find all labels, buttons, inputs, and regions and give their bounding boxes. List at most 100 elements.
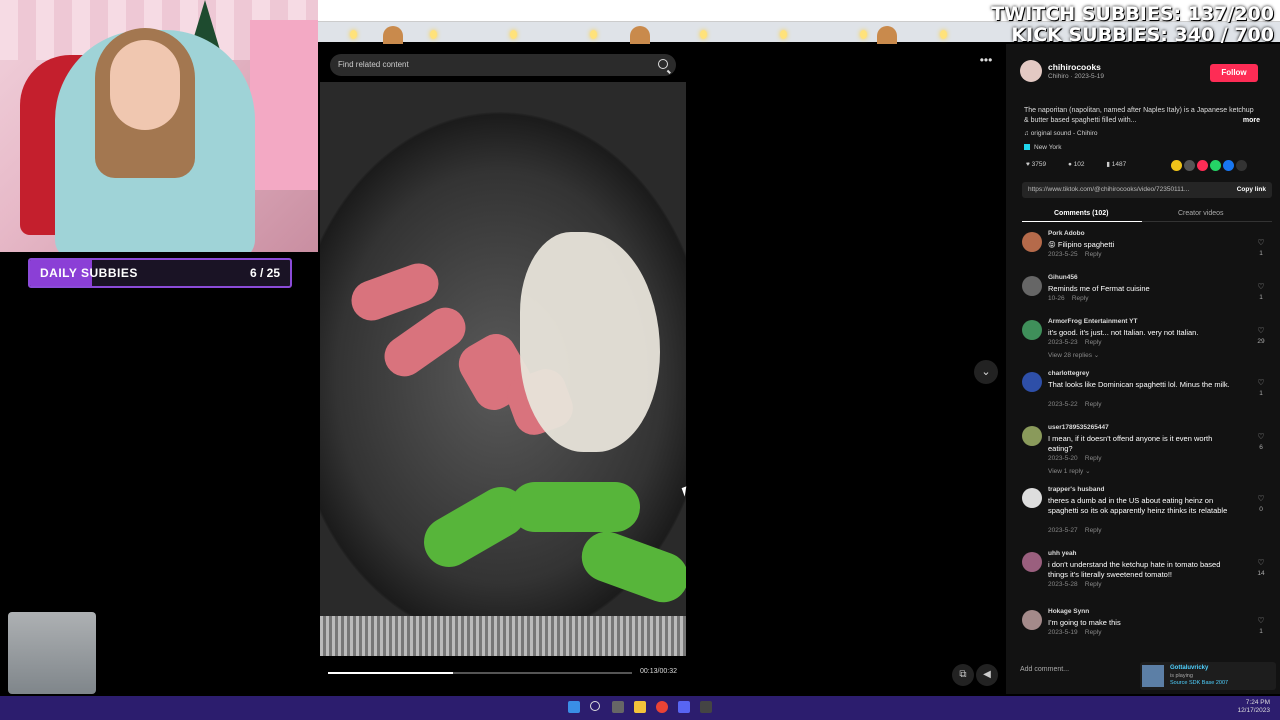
comment-user[interactable]: uhh yeah	[1048, 550, 1077, 557]
comment-user[interactable]: Pork Adobo	[1048, 230, 1085, 237]
comment-text: i don't understand the ketchup hate in t…	[1048, 560, 1221, 579]
comment-count[interactable]: ● 102	[1068, 161, 1095, 168]
comment-date: 2023-5-28	[1048, 581, 1078, 588]
bulb-icon	[350, 30, 357, 39]
comment-like-count: 29	[1257, 338, 1265, 345]
send-icon[interactable]	[1197, 160, 1208, 171]
comment-user[interactable]: Hokage Synn	[1048, 608, 1089, 615]
avatar[interactable]	[1022, 320, 1042, 340]
location-icon	[1024, 144, 1030, 151]
avatar[interactable]	[1022, 488, 1042, 508]
bulb-icon	[510, 30, 517, 39]
reply-button[interactable]: Reply	[1085, 629, 1102, 636]
avatar[interactable]	[1022, 232, 1042, 252]
avatar[interactable]	[1022, 610, 1042, 630]
reply-button[interactable]: Reply	[1085, 251, 1102, 258]
heart-icon[interactable]: ♡	[1256, 494, 1266, 503]
add-comment-input[interactable]: Add comment...	[1020, 666, 1130, 673]
discord-icon[interactable]	[678, 701, 690, 713]
video-frame[interactable]	[320, 82, 686, 656]
task-view-icon[interactable]	[612, 701, 624, 713]
taskbar: 7:24 PM 12/17/2023	[0, 696, 1280, 720]
location-name: New York	[1034, 144, 1062, 151]
comment-like-count: 6	[1259, 444, 1263, 451]
emoji-share-icon[interactable]	[1171, 160, 1182, 171]
avatar[interactable]	[1022, 372, 1042, 392]
sound-name: original sound - Chihiro	[1030, 130, 1098, 137]
comment-like-count: 1	[1259, 628, 1263, 635]
author-handle[interactable]: chihirocooks	[1048, 62, 1101, 72]
video-progress-bar[interactable]	[328, 672, 632, 674]
comment-text: it's good. it's just... not Italian. ver…	[1048, 328, 1199, 337]
tab-comments[interactable]: Comments (102)	[1054, 210, 1108, 217]
more-link[interactable]: more	[1243, 116, 1260, 126]
app-icon[interactable]	[700, 701, 712, 713]
tiktok-player: Find related content 00:13/00:32 ••• ⌄ ⧉…	[318, 44, 1006, 694]
avatar[interactable]	[1022, 276, 1042, 296]
comment-like-count: 14	[1257, 570, 1265, 577]
file-explorer-icon[interactable]	[634, 701, 646, 713]
comment-user[interactable]: Gihun456	[1048, 274, 1078, 281]
search-input[interactable]: Find related content	[330, 54, 676, 76]
search-placeholder: Find related content	[338, 60, 409, 69]
view-replies[interactable]: View 1 reply ⌄	[1048, 467, 1091, 475]
bulb-icon	[860, 30, 867, 39]
embed-icon[interactable]	[1184, 160, 1195, 171]
reply-button[interactable]: Reply	[1085, 339, 1102, 346]
comment-meta: 2023-5-28 Reply	[1048, 581, 1102, 588]
view-replies[interactable]: View 28 replies ⌄	[1048, 351, 1099, 359]
copy-link-button[interactable]: Copy link	[1237, 186, 1266, 193]
heart-icon[interactable]: ♡	[1256, 238, 1266, 247]
bulb-icon	[590, 30, 597, 39]
follow-button[interactable]: Follow	[1210, 64, 1258, 82]
comment-user[interactable]: ArmorFrog Entertainment YT	[1048, 318, 1137, 325]
notif-status: is playing	[1170, 673, 1193, 679]
reply-button[interactable]: Reply	[1085, 455, 1102, 462]
comment-user[interactable]: charlottegrey	[1048, 370, 1089, 377]
volume-icon[interactable]: ◀	[976, 664, 998, 686]
comment-user[interactable]: user1789535265447	[1048, 424, 1109, 431]
reply-button[interactable]: Reply	[1085, 581, 1102, 588]
clock-date: 12/17/2023	[1237, 707, 1270, 714]
heart-icon[interactable]: ♡	[1256, 432, 1266, 441]
reply-button[interactable]: Reply	[1072, 295, 1089, 302]
search-icon[interactable]	[658, 59, 668, 69]
facebook-icon[interactable]	[1223, 160, 1234, 171]
avatar[interactable]	[1020, 60, 1042, 82]
like-count[interactable]: ♥ 3759	[1026, 161, 1056, 168]
share-arrow-icon[interactable]	[1236, 160, 1247, 171]
chevron-down-icon[interactable]: ⌄	[974, 360, 998, 384]
heart-icon[interactable]: ♡	[1256, 616, 1266, 625]
daily-subbies-count: 6 / 25	[249, 266, 280, 280]
sound-line[interactable]: ♫ original sound - Chihiro	[1024, 130, 1098, 137]
comment-meta: 2023-5-27 Reply	[1048, 527, 1102, 534]
location-line[interactable]: New York	[1024, 144, 1061, 151]
comment-date: 2023-5-25	[1048, 251, 1078, 258]
avatar[interactable]	[1022, 552, 1042, 572]
reply-button[interactable]: Reply	[1085, 527, 1102, 534]
comment-user[interactable]: trapper's husband	[1048, 486, 1104, 493]
start-icon[interactable]	[568, 701, 580, 713]
heart-icon[interactable]: ♡	[1256, 282, 1266, 291]
chrome-icon[interactable]	[656, 701, 668, 713]
heart-icon[interactable]: ♡	[1256, 326, 1266, 335]
green-pepper	[510, 482, 640, 532]
sub-goals: TWITCH SUBBIES: 137/200 KICK SUBBIES: 34…	[991, 4, 1274, 46]
heart-icon[interactable]: ♡	[1256, 558, 1266, 567]
save-count[interactable]: ▮ 1487	[1106, 161, 1136, 168]
system-clock[interactable]: 7:24 PM 12/17/2023	[1237, 699, 1270, 715]
comment-text: Reminds me of Fermat cuisine	[1048, 284, 1150, 293]
tab-creator-videos[interactable]: Creator videos	[1178, 210, 1224, 217]
more-options-icon[interactable]: •••	[976, 54, 996, 70]
comment-meta: 2023-5-19 Reply	[1048, 629, 1102, 636]
panel-tabs: Comments (102) Creator videos	[1022, 206, 1272, 222]
pip-icon[interactable]: ⧉	[952, 664, 974, 686]
share-link-box[interactable]: https://www.tiktok.com/@chihirocooks/vid…	[1022, 182, 1272, 198]
counter-edge	[320, 616, 686, 656]
whatsapp-icon[interactable]	[1210, 160, 1221, 171]
bulb-icon	[430, 30, 437, 39]
heart-icon[interactable]: ♡	[1256, 378, 1266, 387]
search-icon[interactable]	[590, 701, 600, 711]
reply-button[interactable]: Reply	[1085, 401, 1102, 408]
avatar[interactable]	[1022, 426, 1042, 446]
